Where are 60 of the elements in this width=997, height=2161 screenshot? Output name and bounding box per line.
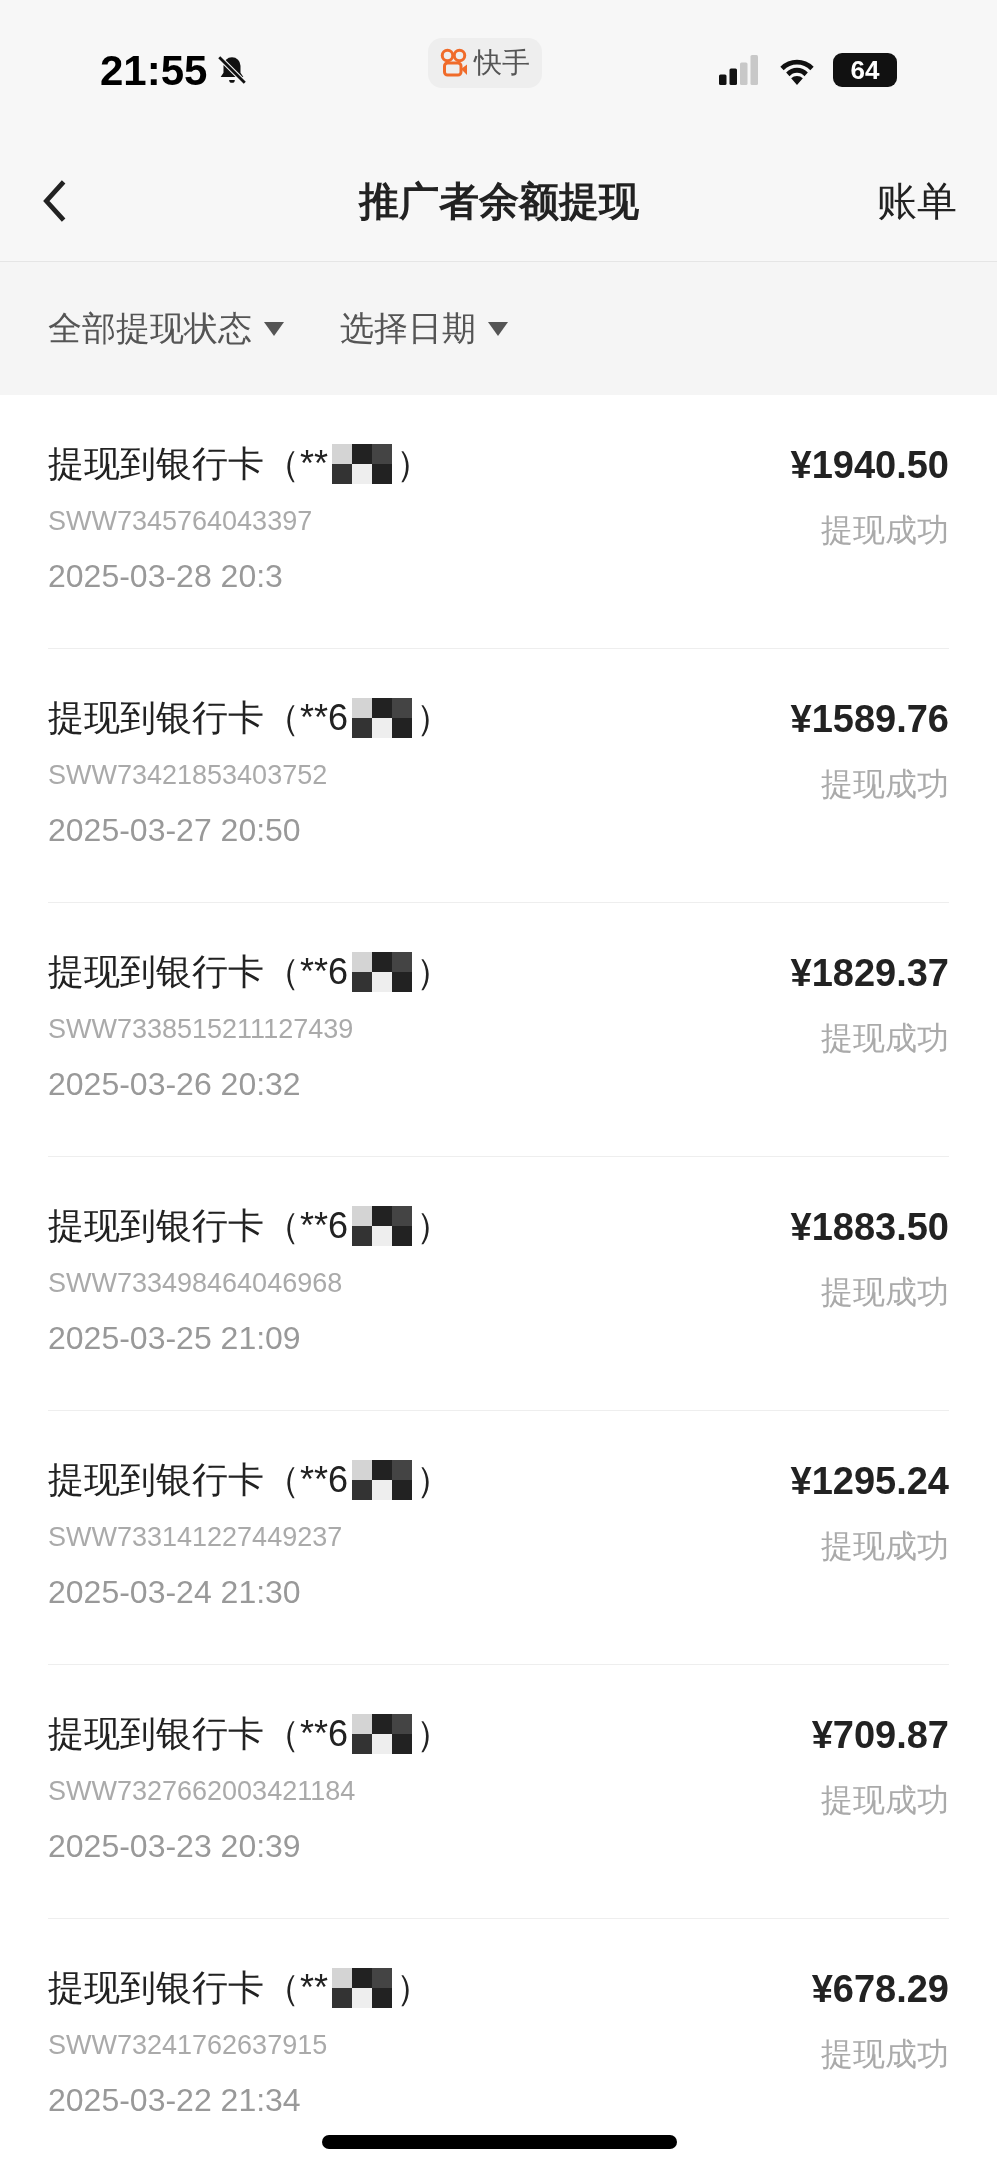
status-label: 提现成功: [821, 1781, 949, 1820]
amount: ¥709.87: [811, 1713, 949, 1758]
filter-dropdown[interactable]: 选择日期: [340, 303, 508, 354]
mosaic-icon: [332, 444, 393, 484]
record-time: 2025-03-27 20:50: [48, 810, 302, 850]
serial-number: SWW7338515211127439: [48, 1013, 355, 1046]
caret-icon: [264, 321, 284, 336]
record-title: 提现到银行卡（**6: [48, 696, 349, 740]
mosaic-icon: [352, 698, 413, 738]
signal-icon: [719, 55, 761, 85]
status-label: 提现成功: [821, 765, 949, 804]
status-label: 提现成功: [821, 511, 949, 550]
status-label: 提现成功: [821, 1527, 949, 1566]
status-label: 提现成功: [821, 1019, 949, 1058]
amount: ¥1295.24: [790, 1459, 949, 1504]
mosaic-icon: [352, 952, 413, 992]
record-title-suffix: ）: [416, 1204, 453, 1248]
record-title: 提现到银行卡（**6: [48, 1712, 349, 1756]
record-title-suffix: ）: [396, 1966, 433, 2010]
status-label: 提现成功: [821, 1273, 949, 1312]
status-label: 提现成功: [821, 2035, 949, 2074]
bill-link[interactable]: 账单: [877, 170, 957, 231]
mosaic-icon: [352, 1460, 413, 1500]
serial-number: SWW73421853403752: [48, 759, 329, 792]
record-title-suffix: ）: [416, 1458, 453, 1502]
serial-number: SWW733498464046968: [48, 1267, 344, 1300]
record-time: 2025-03-25 21:09: [48, 1318, 302, 1358]
mosaic-icon: [352, 1206, 413, 1246]
record-time: 2025-03-22 21:34: [48, 2080, 302, 2120]
caret-icon: [488, 321, 508, 336]
mosaic-icon: [352, 1714, 413, 1754]
page-title: 推广者余额提现: [358, 177, 639, 225]
record-title: 提现到银行卡（**6: [48, 1204, 349, 1248]
record-time: 2025-03-28 20:3: [48, 556, 284, 596]
amount: ¥1940.50: [790, 443, 949, 488]
record-title-suffix: ）: [416, 1712, 453, 1756]
record-title: 提现到银行卡（**: [48, 1966, 329, 2010]
serial-number: SWW73241762637915: [48, 2029, 329, 2062]
record-title: 提现到银行卡（**6: [48, 1458, 349, 1502]
record-title-suffix: ）: [396, 442, 433, 486]
amount: ¥678.29: [811, 1967, 949, 2012]
record-title-suffix: ）: [416, 696, 453, 740]
serial-number: SWW7345764043397: [48, 505, 314, 538]
camera-logo-icon: [440, 48, 470, 78]
record-title: 提现到银行卡（**: [48, 442, 329, 486]
amount: ¥1883.50: [790, 1205, 949, 1250]
mosaic-icon: [332, 1968, 393, 2008]
record-title-suffix: ）: [416, 950, 453, 994]
serial-number: SWW7327662003421184: [48, 1775, 357, 1808]
record-time: 2025-03-26 20:32: [48, 1064, 302, 1104]
status-time: 21:55: [100, 45, 208, 96]
filter-dropdown[interactable]: 全部提现状态: [48, 303, 284, 354]
amount: ¥1829.37: [790, 951, 949, 996]
battery-indicator: 64: [833, 53, 897, 87]
record-time: 2025-03-23 20:39: [48, 1826, 302, 1866]
record-time: 2025-03-24 21:30: [48, 1572, 302, 1612]
record-title: 提现到银行卡（**6: [48, 950, 349, 994]
amount: ¥1589.76: [790, 697, 949, 742]
app-pill[interactable]: 快手: [428, 38, 542, 88]
serial-number: SWW733141227449237: [48, 1521, 344, 1554]
